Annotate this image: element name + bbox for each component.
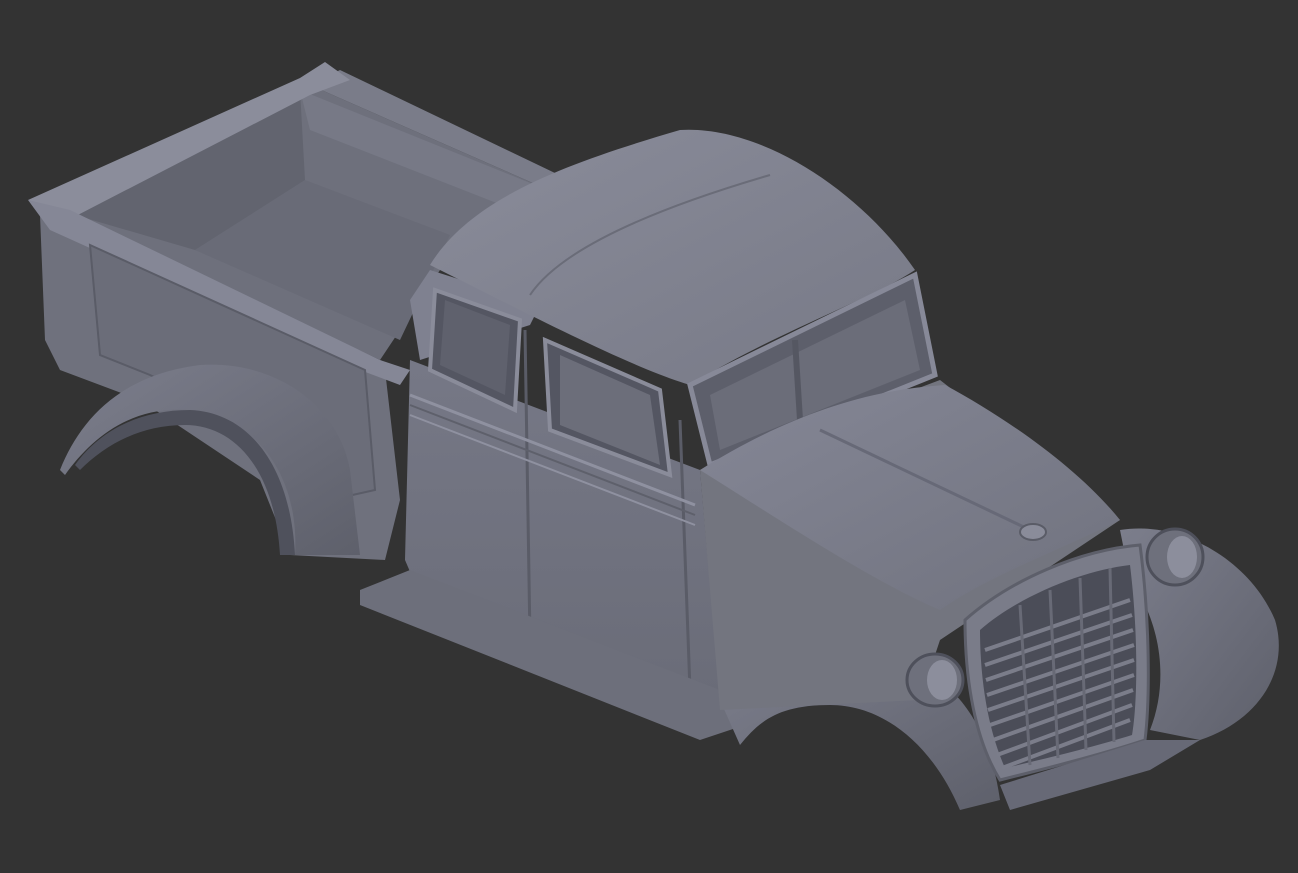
left-headlight-lens bbox=[927, 660, 957, 700]
right-headlight-lens bbox=[1167, 536, 1197, 578]
3d-viewport[interactable] bbox=[0, 0, 1298, 873]
truck-model[interactable] bbox=[0, 0, 1298, 873]
hood-ornament bbox=[1019, 523, 1047, 541]
front-end bbox=[700, 380, 1279, 810]
